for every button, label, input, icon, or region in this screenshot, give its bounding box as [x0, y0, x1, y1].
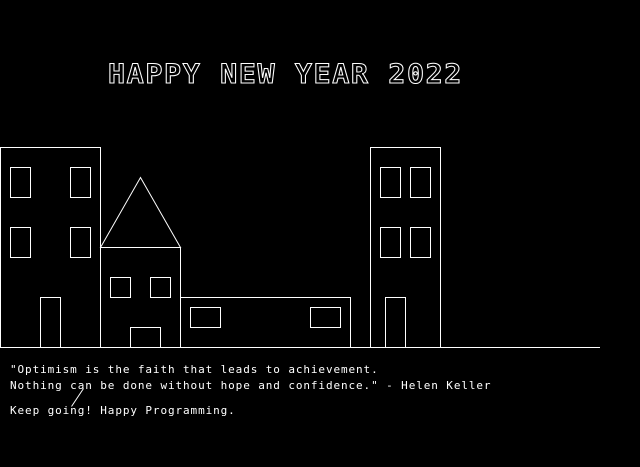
house-roof — [99, 176, 182, 248]
quote-line-2: Nothing can be done without hope and con… — [10, 379, 492, 392]
title-text: HAPPY NEW YEAR 2022 — [108, 59, 463, 90]
house — [99, 176, 182, 348]
left-building-outline — [0, 147, 101, 348]
building-door — [40, 297, 61, 348]
building-window — [10, 167, 31, 198]
building-window — [10, 227, 31, 258]
building-window — [380, 227, 401, 258]
building-window — [310, 307, 341, 328]
city-skyline-drawing: HAPPY NEW YEAR 2022 — [0, 59, 600, 407]
long-low-building — [180, 297, 351, 348]
building-window — [380, 167, 401, 198]
building-door — [385, 297, 406, 348]
quote-line-1: "Optimism is the faith that leads to ach… — [10, 363, 379, 376]
building-window — [410, 167, 431, 198]
drawing-canvas: HAPPY NEW YEAR 2022 — [0, 0, 640, 462]
house-window — [110, 277, 131, 298]
building-window — [70, 167, 91, 198]
right-tall-building — [370, 147, 441, 348]
left-tall-building — [0, 147, 101, 348]
house-window — [150, 277, 171, 298]
building-window — [190, 307, 221, 328]
building-window — [410, 227, 431, 258]
low-building-outline — [180, 297, 351, 348]
house-door — [130, 327, 161, 348]
sign-off-text: Keep going! Happy Programming. — [10, 404, 236, 417]
building-window — [70, 227, 91, 258]
